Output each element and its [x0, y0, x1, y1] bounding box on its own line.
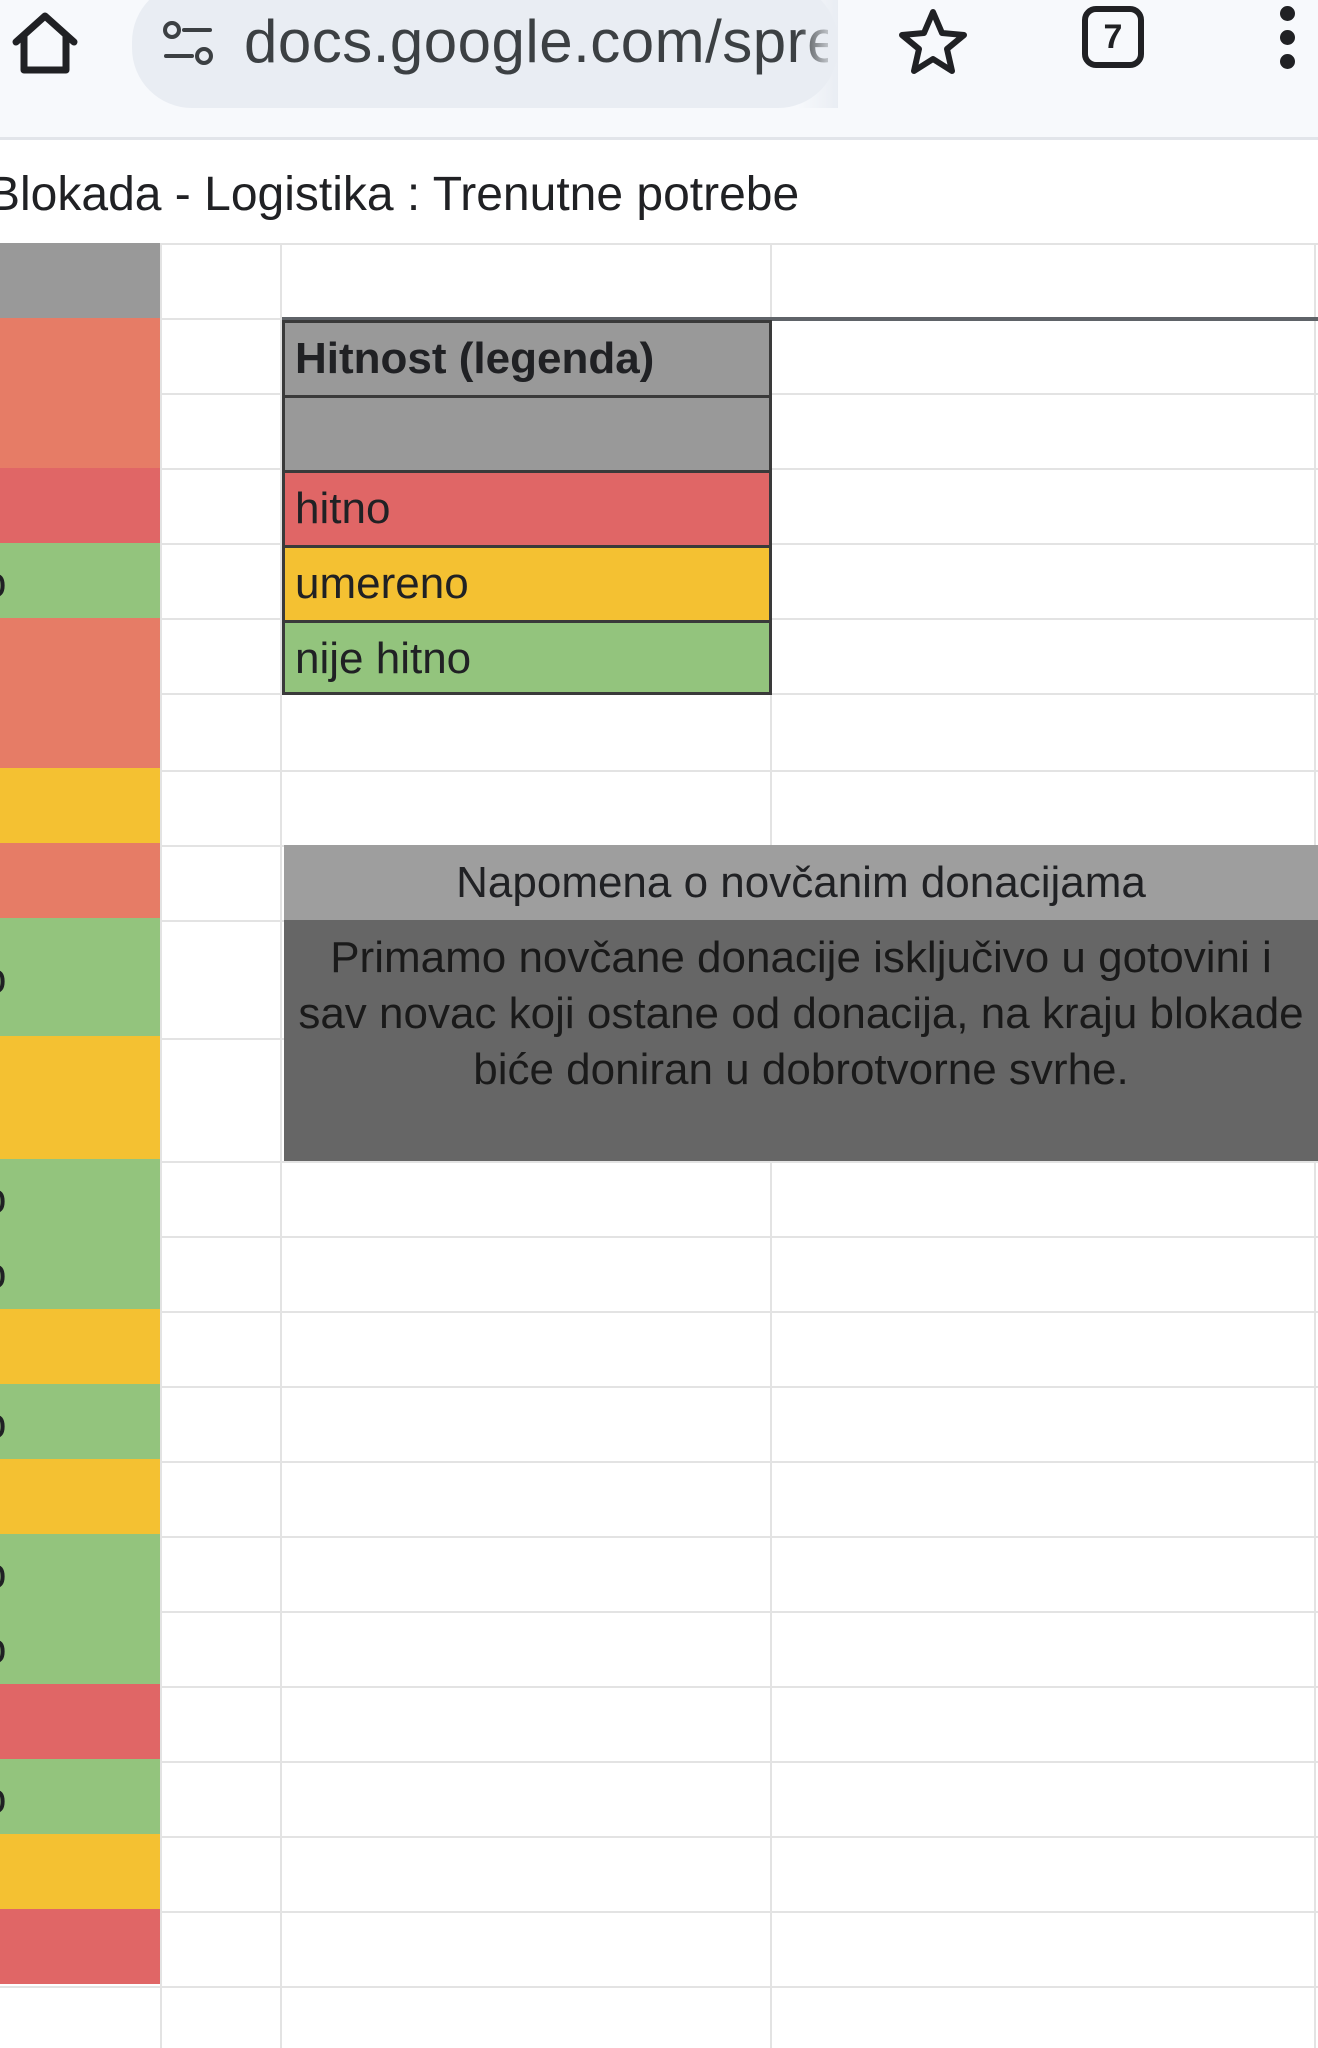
legend-item-umereno[interactable]: umereno	[282, 545, 772, 620]
cell-text-fragment: o	[0, 561, 12, 605]
legend-header[interactable]: Hitnost (legenda)	[282, 320, 772, 395]
column-a-cell[interactable]	[0, 1036, 160, 1159]
home-icon[interactable]	[8, 8, 82, 78]
column-a-cell[interactable]: o	[0, 1384, 160, 1459]
cell-text-fragment: o	[0, 1177, 12, 1221]
grid-row-line	[0, 1311, 1318, 1313]
doc-title: Blokada - Logistika : Trenutne potrebe	[0, 168, 800, 221]
cell-text-fragment: o	[0, 1777, 12, 1821]
address-bar[interactable]: docs.google.com/spre	[132, 0, 838, 108]
legend-item[interactable]	[282, 395, 772, 470]
grid-row-line	[0, 1911, 1318, 1913]
column-a-cell[interactable]	[0, 1909, 160, 1984]
column-a-cell[interactable]	[0, 618, 160, 768]
grid-row-line	[0, 1161, 1318, 1163]
legend-item-hitno[interactable]: hitno	[282, 470, 772, 545]
note-title[interactable]: Napomena o novčanim donacijama	[284, 845, 1318, 920]
grid-row-line	[0, 1986, 1318, 1988]
grid-row-line	[0, 1611, 1318, 1613]
grid-row-line	[0, 770, 1318, 772]
legend-item-nije-hitno[interactable]: nije hitno	[282, 620, 772, 695]
column-a-cell[interactable]	[0, 1834, 160, 1909]
grid-row-line	[0, 1686, 1318, 1688]
column-a-cell[interactable]	[0, 843, 160, 918]
grid-row-line	[0, 1536, 1318, 1538]
tabs-icon[interactable]: 7	[1082, 6, 1144, 68]
column-a-cell[interactable]: o	[0, 1609, 160, 1684]
column-a-cell[interactable]	[0, 318, 160, 468]
cell-text-fragment: o	[0, 1627, 12, 1671]
spreadsheet-grid[interactable]: oooooooo Hitnost (legenda) hitno umereno…	[0, 243, 1318, 2048]
cell-text-fragment: o	[0, 1402, 12, 1446]
column-a-cell[interactable]	[0, 468, 160, 543]
column-a-cell[interactable]: o	[0, 1159, 160, 1234]
site-settings-icon[interactable]	[158, 18, 222, 70]
grid-row-line	[0, 1461, 1318, 1463]
cell-text-fragment: o	[0, 957, 12, 1001]
grid-row-line	[0, 1236, 1318, 1238]
note-body[interactable]: Primamo novčane donacije isključivo u go…	[284, 920, 1318, 1161]
grid-row-line	[0, 1836, 1318, 1838]
column-a-cell[interactable]: o	[0, 918, 160, 1036]
column-a-cell[interactable]	[0, 1459, 160, 1534]
menu-icon[interactable]	[1272, 2, 1302, 78]
grid-row-line	[0, 1386, 1318, 1388]
column-a-cell[interactable]: o	[0, 1759, 160, 1834]
cell-text-fragment: o	[0, 1552, 12, 1596]
column-a-cell[interactable]: o	[0, 543, 160, 618]
grid-row-line	[0, 243, 1318, 245]
column-a-cell[interactable]: o	[0, 1234, 160, 1309]
column-a-cell[interactable]: o	[0, 1534, 160, 1609]
column-a-cell[interactable]	[0, 243, 160, 318]
column-a-cell[interactable]	[0, 1684, 160, 1759]
browser-toolbar: docs.google.com/spre 7	[0, 0, 1318, 140]
star-icon[interactable]	[898, 6, 968, 78]
url-fade	[798, 0, 838, 108]
column-a-cell[interactable]	[0, 768, 160, 843]
grid-row-line	[0, 1761, 1318, 1763]
grid-col-line	[160, 243, 162, 2048]
cell-text-fragment: o	[0, 1252, 12, 1296]
url-text[interactable]: docs.google.com/spre	[244, 2, 828, 82]
column-a-cell[interactable]	[0, 1309, 160, 1384]
